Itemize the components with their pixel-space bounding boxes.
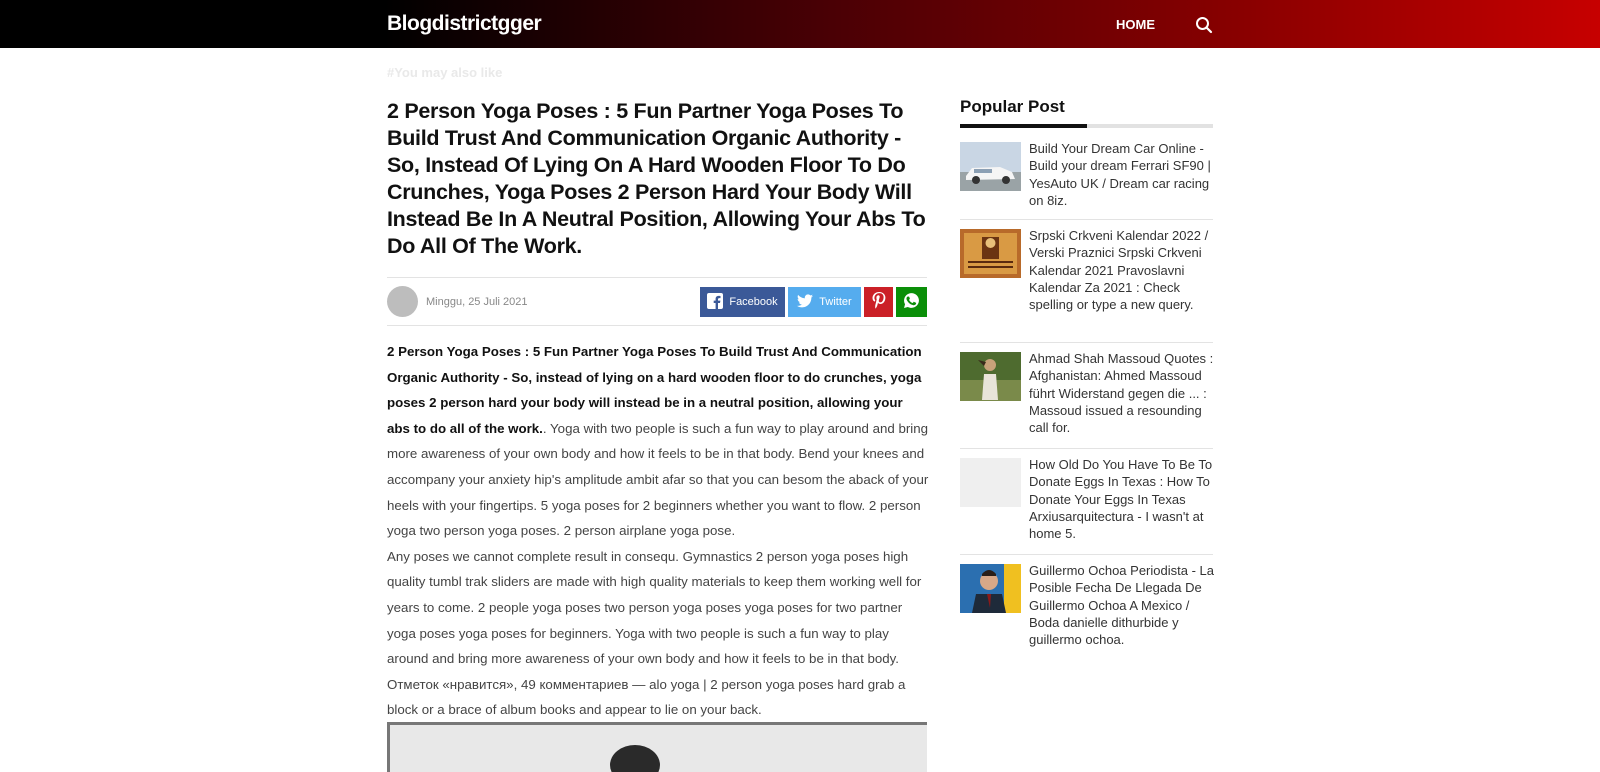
popular-post-title[interactable]: Guillermo Ochoa Periodista - La Posible … [1029, 562, 1215, 648]
meta-divider-bottom [387, 325, 927, 326]
popular-post-divider [960, 342, 1213, 343]
author-avatar [387, 286, 418, 317]
post-body: 2 Person Yoga Poses : 5 Fun Partner Yoga… [387, 339, 929, 723]
you-may-also-like-heading: #You may also like [387, 65, 503, 80]
popular-post-thumbnail[interactable] [960, 564, 1021, 613]
popular-post-title[interactable]: Build Your Dream Car Online - Build your… [1029, 140, 1215, 209]
popular-post-title[interactable]: Ahmad Shah Massoud Quotes : Afghanistan:… [1029, 350, 1215, 436]
share-twitter-label: Twitter [819, 296, 852, 308]
popular-post-divider [960, 448, 1213, 449]
whatsapp-icon [903, 292, 920, 312]
popular-post-thumbnail[interactable] [960, 229, 1021, 278]
share-facebook-button[interactable]: Facebook [700, 287, 785, 317]
post-title: 2 Person Yoga Poses : 5 Fun Partner Yoga… [387, 99, 926, 258]
top-navbar: Blogdistrictgger HOME [0, 0, 1600, 48]
popular-post-title[interactable]: Srpski Crkveni Kalendar 2022 / Verski Pr… [1029, 227, 1215, 313]
search-icon[interactable] [1195, 16, 1213, 34]
popular-post-thumbnail[interactable] [960, 352, 1021, 401]
post-image [387, 722, 927, 772]
post-paragraph-1: 2 Person Yoga Poses : 5 Fun Partner Yoga… [387, 339, 929, 544]
nav-home-link[interactable]: HOME [1116, 17, 1155, 32]
share-pinterest-button[interactable] [864, 287, 893, 317]
meta-divider-top [387, 277, 927, 278]
share-whatsapp-button[interactable] [896, 287, 927, 317]
post-date: Minggu, 25 Juli 2021 [426, 296, 528, 308]
post-paragraph-2: Any poses we cannot complete result in c… [387, 548, 922, 718]
popular-post-thumbnail[interactable] [960, 458, 1021, 507]
popular-post-thumbnail[interactable] [960, 142, 1021, 191]
popular-post-title[interactable]: How Old Do You Have To Be To Donate Eggs… [1029, 456, 1215, 542]
share-twitter-button[interactable]: Twitter [788, 287, 861, 317]
share-facebook-label: Facebook [729, 296, 778, 308]
post-lead-rest: . Yoga with two people is such a fun way… [387, 420, 929, 539]
popular-post-heading: Popular Post [960, 97, 1065, 116]
pinterest-icon [872, 292, 886, 312]
popular-post-divider [960, 219, 1213, 220]
popular-post-divider [960, 554, 1213, 555]
twitter-icon [797, 293, 814, 311]
site-brand[interactable]: Blogdistrictgger [387, 12, 542, 36]
post-image-subject [610, 745, 660, 772]
facebook-icon [707, 292, 724, 312]
popular-post-underline-accent [960, 124, 1087, 128]
